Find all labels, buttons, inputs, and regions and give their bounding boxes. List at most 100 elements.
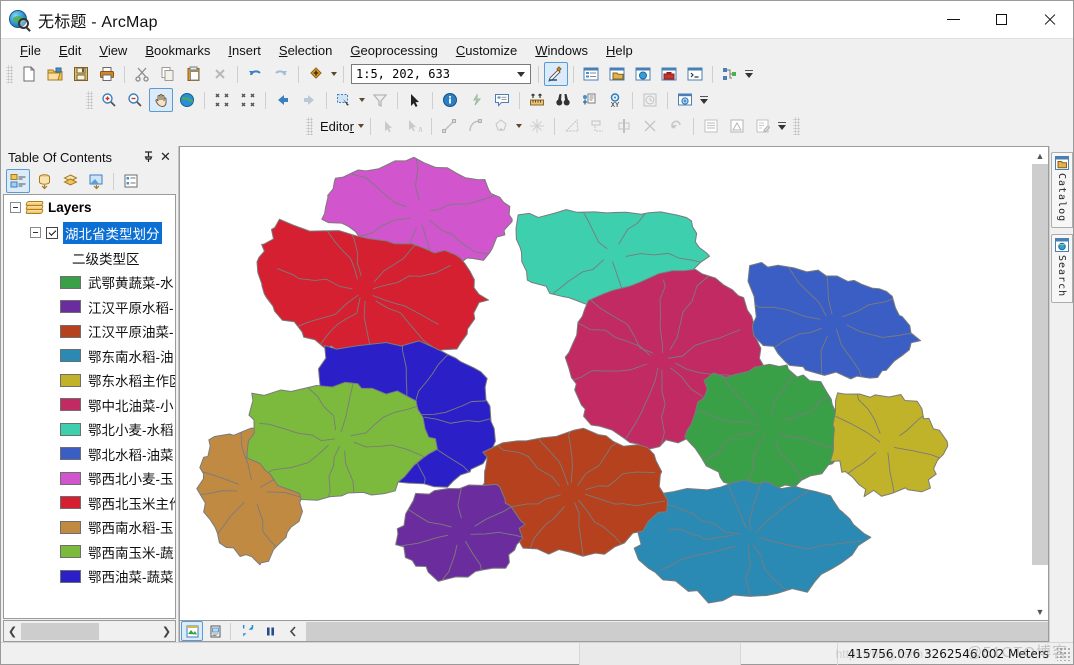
menu-edit[interactable]: Edit (50, 41, 90, 60)
intersect-icon[interactable] (725, 114, 749, 138)
new-document-icon[interactable] (17, 62, 41, 86)
legend-swatch[interactable] (60, 520, 81, 534)
go-to-xy-icon[interactable]: XY (603, 88, 627, 112)
search-window-icon[interactable] (631, 62, 655, 86)
editor-toolbar-grip-right[interactable] (792, 117, 800, 135)
legend-item[interactable]: 鄂中北油菜-小 (4, 393, 175, 418)
minimize-button[interactable] (929, 1, 977, 38)
legend-item[interactable]: 江汉平原水稻- (4, 295, 175, 320)
options-icon[interactable] (119, 169, 143, 193)
arctoolbox-icon[interactable] (657, 62, 681, 86)
menu-view[interactable]: View (90, 41, 136, 60)
maximize-button[interactable] (977, 1, 1025, 38)
mirror-features-icon[interactable] (612, 114, 636, 138)
legend-item[interactable]: 鄂北小麦-水稻 (4, 417, 175, 442)
copy-icon[interactable] (156, 62, 180, 86)
undo-arrow-icon[interactable] (243, 62, 267, 86)
legend-item[interactable]: 鄂西北小麦-玉 (4, 466, 175, 491)
fixed-zoom-out-icon[interactable] (236, 88, 260, 112)
toc-tree[interactable]: Layers 湖北省类型划分 二级类型区 武鄂黄蔬菜-水 江汉平原水稻- 江汉平原油… (3, 194, 176, 619)
select-elements-arrow-icon[interactable] (403, 88, 427, 112)
legend-item[interactable]: 鄂西南水稻-玉 (4, 515, 175, 540)
chevron-right-icon[interactable]: ❯ (158, 622, 175, 641)
legend-item[interactable]: 鄂西北玉米主作 (4, 491, 175, 516)
select-features-dropdown-icon[interactable] (357, 89, 367, 111)
redo-arrow-icon[interactable] (269, 62, 293, 86)
layout-view-icon[interactable] (204, 621, 226, 641)
legend-item[interactable]: 鄂西南玉米-蔬 (4, 540, 175, 565)
undo-edit-icon[interactable] (664, 114, 688, 138)
pause-drawing-icon[interactable] (259, 621, 281, 641)
chevron-up-icon[interactable]: ▲ (1032, 147, 1048, 164)
full-extent-globe-icon[interactable] (175, 88, 199, 112)
menu-insert[interactable]: Insert (219, 41, 270, 60)
legend-item[interactable]: 鄂东南水稻-油 (4, 344, 175, 369)
add-data-dropdown-icon[interactable] (329, 63, 339, 85)
chevron-left-icon[interactable]: ❮ (4, 622, 21, 641)
modelbuilder-icon[interactable] (718, 62, 742, 86)
curve-segment-icon[interactable] (463, 114, 487, 138)
catalog-tab[interactable]: Catalog (1050, 152, 1073, 229)
split-tool-icon[interactable] (525, 114, 549, 138)
legend-item[interactable]: 鄂北水稻-油菜 (4, 442, 175, 467)
zoom-in-icon[interactable] (97, 88, 121, 112)
print-icon[interactable] (95, 62, 119, 86)
collapse-icon[interactable] (10, 202, 21, 213)
legend-item[interactable]: 武鄂黄蔬菜-水 (4, 270, 175, 295)
close-icon[interactable]: ✕ (157, 149, 174, 166)
sketch-properties-icon[interactable] (751, 114, 775, 138)
attributes-table-icon[interactable] (699, 114, 723, 138)
menu-customize[interactable]: Customize (447, 41, 526, 60)
go-back-extent-icon[interactable] (271, 88, 295, 112)
legend-item[interactable]: 鄂西油菜-蔬菜 (4, 564, 175, 589)
data-view-icon[interactable] (181, 621, 203, 641)
legend-item[interactable]: 鄂东水稻主作区 (4, 368, 175, 393)
toc-hscroll-track[interactable] (21, 622, 158, 641)
map-scale-combobox[interactable] (351, 64, 531, 84)
time-slider-icon[interactable] (638, 88, 662, 112)
pan-hand-icon[interactable] (149, 88, 173, 112)
refresh-icon[interactable] (236, 621, 258, 641)
measure-ruler-icon[interactable] (525, 88, 549, 112)
legend-swatch[interactable] (60, 373, 81, 387)
search-tab[interactable]: Search (1050, 234, 1073, 304)
menu-bookmarks[interactable]: Bookmarks (136, 41, 219, 60)
clear-selection-icon[interactable] (368, 88, 392, 112)
menu-help[interactable]: Help (597, 41, 642, 60)
map-data-view[interactable] (179, 146, 1032, 621)
toc-horizontal-scrollbar[interactable]: ❮ ❯ (3, 620, 176, 642)
legend-swatch[interactable] (60, 496, 81, 510)
zoom-out-icon[interactable] (123, 88, 147, 112)
merge-icon[interactable] (638, 114, 662, 138)
toc-hscroll-thumb[interactable] (21, 622, 99, 640)
chevron-down-icon[interactable]: ▼ (1032, 603, 1048, 620)
legend-swatch[interactable] (60, 398, 81, 412)
tools-overflow-icon[interactable] (698, 89, 710, 111)
straight-segment-icon[interactable] (437, 114, 461, 138)
close-button[interactable] (1025, 1, 1073, 38)
chevron-down-icon[interactable] (356, 115, 366, 137)
menu-geoprocessing[interactable]: Geoprocessing (341, 41, 446, 60)
paste-icon[interactable] (182, 62, 206, 86)
rotate-tool-icon[interactable] (560, 114, 584, 138)
legend-item[interactable]: 江汉平原油菜- (4, 319, 175, 344)
previous-extent-icon[interactable] (282, 621, 304, 641)
delete-x-icon[interactable] (208, 62, 232, 86)
toolbar-overflow-icon[interactable] (743, 63, 755, 85)
list-by-source-icon[interactable] (32, 169, 56, 193)
identify-info-icon[interactable] (438, 88, 462, 112)
legend-swatch[interactable] (60, 422, 81, 436)
python-window-icon[interactable] (683, 62, 707, 86)
cut-scissors-icon[interactable] (130, 62, 154, 86)
map-region[interactable] (684, 363, 848, 490)
map-region[interactable] (747, 261, 922, 380)
table-of-contents-icon[interactable] (579, 62, 603, 86)
chevron-down-icon[interactable] (512, 65, 530, 83)
open-folder-icon[interactable] (43, 62, 67, 86)
create-viewer-window-icon[interactable] (673, 88, 697, 112)
menu-selection[interactable]: Selection (270, 41, 341, 60)
map-vscroll-track[interactable] (1032, 164, 1048, 603)
edit-annotation-icon[interactable]: A (402, 114, 426, 138)
go-forward-extent-icon[interactable] (297, 88, 321, 112)
legend-swatch[interactable] (60, 324, 81, 338)
